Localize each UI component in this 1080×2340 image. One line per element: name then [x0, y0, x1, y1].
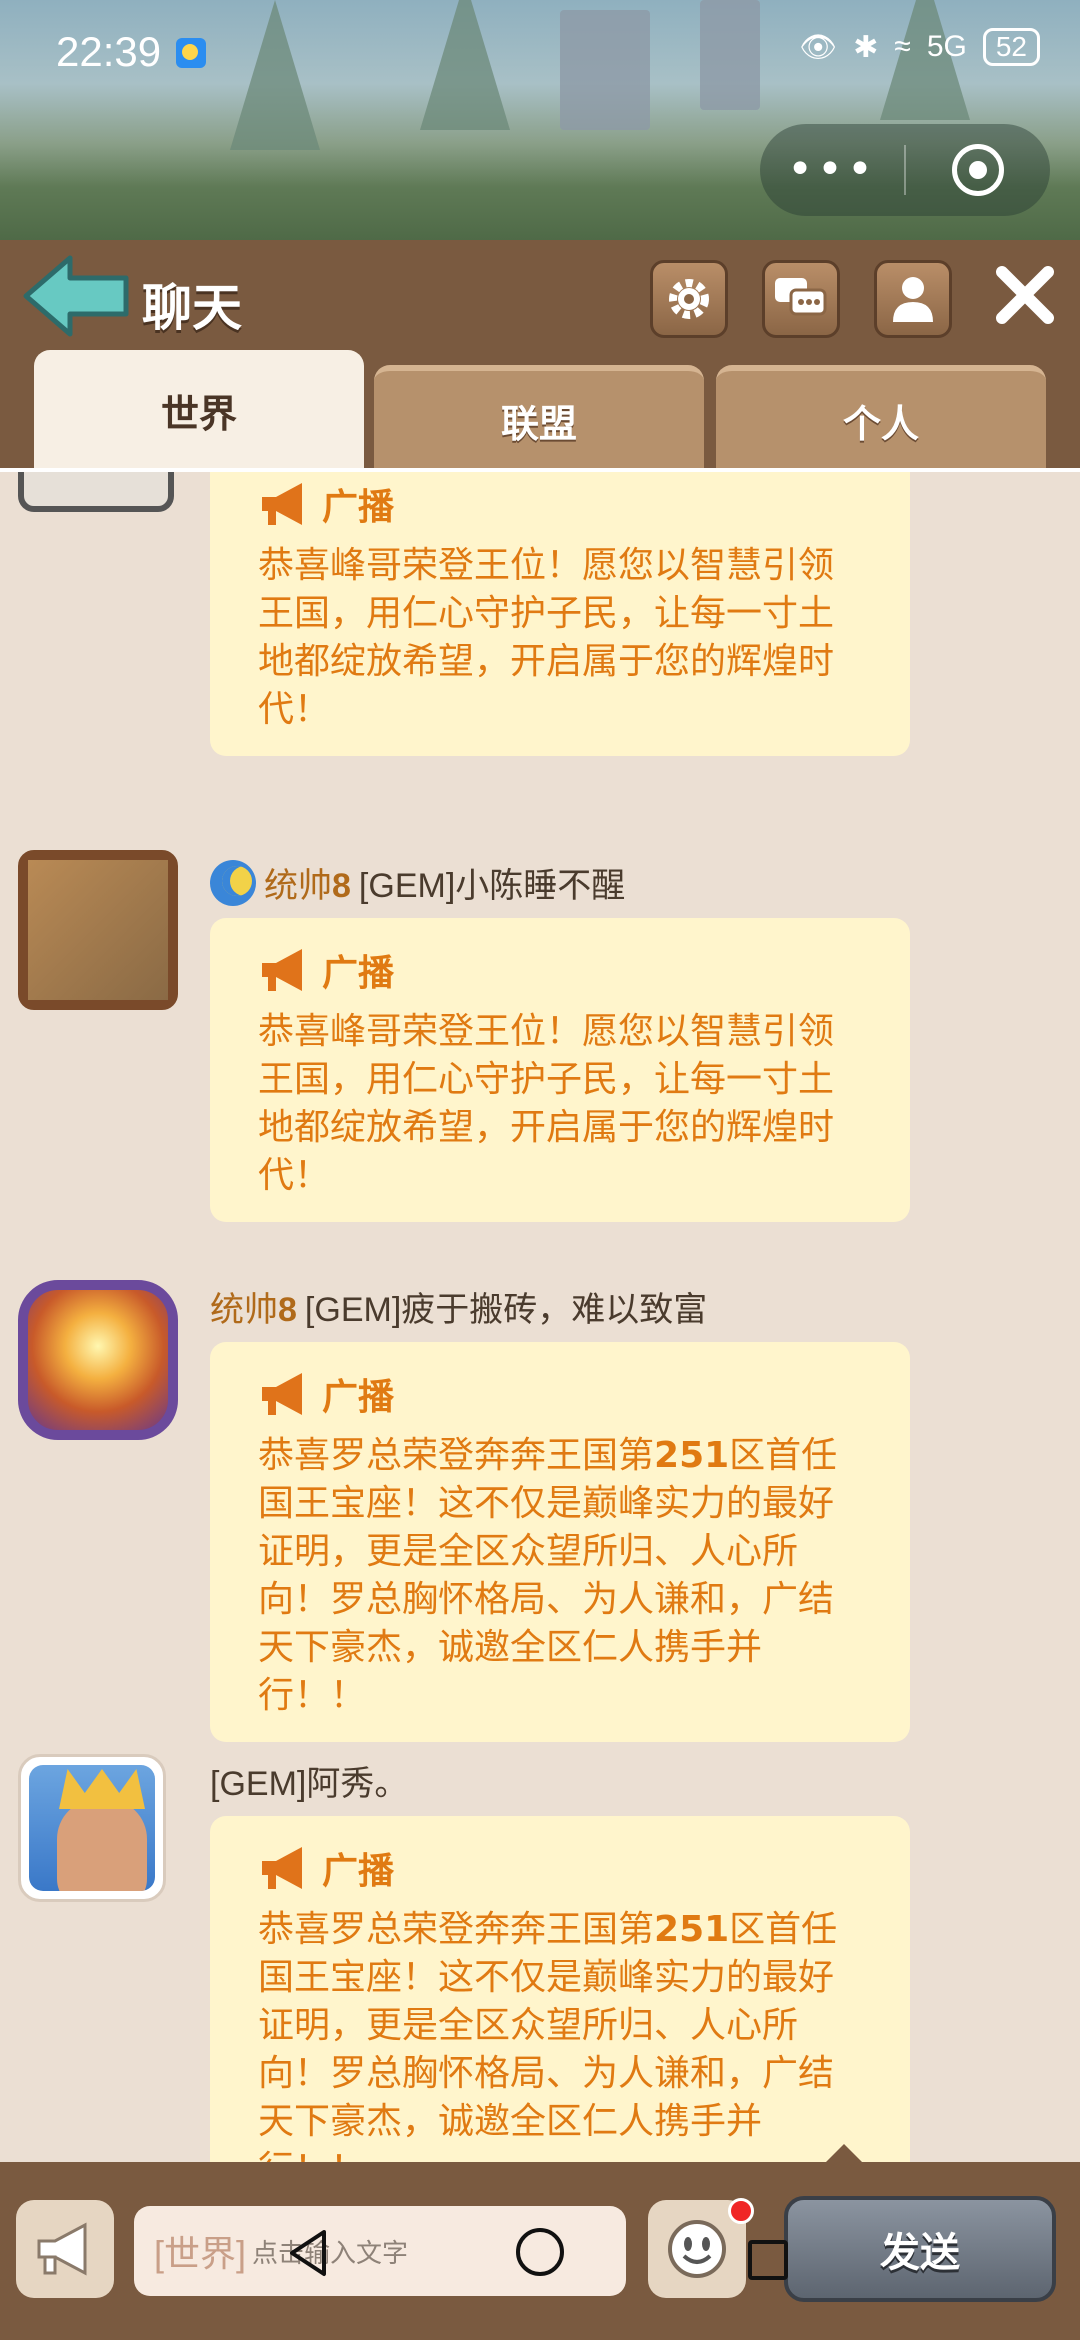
sender-name: [GEM]疲于搬砖，难以致富	[304, 1291, 708, 1329]
avatar[interactable]	[18, 850, 178, 1010]
message-text: 恭喜罗总荣登奔奔王国第251区首任国王宝座！这不仅是巅峰实力的最好证明，更是全区…	[258, 1435, 838, 1716]
broadcast-label: 广播	[322, 1851, 395, 1892]
chat-list-button[interactable]	[762, 260, 840, 338]
moon-icon	[210, 859, 256, 906]
weather-icon	[176, 38, 206, 68]
smiley-icon	[668, 2220, 726, 2278]
avatar[interactable]	[18, 472, 174, 512]
message-text: 恭喜峰哥荣登王位！愿您以智慧引领王国，用仁心守护子民，让每一寸土地都绽放希望，开…	[258, 1011, 835, 1196]
miniprogram-capsule: •••	[760, 124, 1050, 216]
megaphone-icon	[262, 949, 302, 991]
message-text: 恭喜罗总荣登奔奔王国第251区首任国王宝座！这不仅是巅峰实力的最好证明，更是全区…	[258, 1909, 838, 2162]
notification-dot	[728, 2198, 754, 2224]
input-placeholder: 点击输入文字	[252, 2237, 409, 2268]
message-sender: 统帅8 [GEM]小陈睡不醒	[210, 858, 625, 907]
message-bubble: 广播 恭喜峰哥荣登王位！愿您以智慧引领王国，用仁心守护子民，让每一寸土地都绽放希…	[210, 472, 910, 756]
tab-alliance[interactable]: 联盟	[374, 365, 704, 470]
message-text: 恭喜峰哥荣登王位！愿您以智慧引领王国，用仁心守护子民，让每一寸土地都绽放希望，开…	[258, 545, 835, 730]
network-label: 5G	[926, 30, 967, 63]
king-portrait	[29, 1765, 155, 1891]
cat-photo	[28, 860, 168, 1000]
broadcast-button[interactable]	[16, 2200, 114, 2298]
avatar[interactable]	[18, 1754, 166, 1902]
channel-prefix: [世界]	[154, 2233, 247, 2274]
battery-indicator: 52	[982, 28, 1040, 66]
sender-name: [GEM]小陈睡不醒	[358, 867, 626, 905]
wifi-icon: ≈	[894, 30, 911, 63]
broadcast-label: 广播	[322, 1377, 395, 1418]
broadcast-label: 广播	[322, 953, 395, 994]
chat-header: 聊天 世界 联盟 个人	[0, 240, 1080, 470]
megaphone-icon	[262, 1847, 302, 1889]
broadcast-label: 广播	[322, 487, 395, 528]
status-icons: 👁 ✱ ≈ 5G 52	[799, 28, 1040, 66]
page-title: 聊天	[142, 279, 242, 337]
message-sender: 统帅8 [GEM]疲于搬砖，难以致富	[210, 1282, 707, 1331]
more-options-icon[interactable]: •••	[760, 148, 904, 192]
megaphone-icon	[262, 1373, 302, 1415]
game-scene-background: 22:39 👁 ✱ ≈ 5G 52 •••	[0, 0, 1080, 240]
message-bubble: 广播 恭喜罗总荣登奔奔王国第251区首任国王宝座！这不仅是巅峰实力的最好证明，更…	[210, 1342, 910, 1742]
sender-name: [GEM]阿秀。	[210, 1765, 409, 1803]
nav-recent-icon[interactable]	[748, 2240, 788, 2280]
tab-personal[interactable]: 个人	[716, 365, 1046, 470]
settings-button[interactable]	[650, 260, 728, 338]
person-icon	[893, 277, 933, 322]
message-sender: [GEM]阿秀。	[210, 1756, 408, 1805]
message-bubble: 广播 恭喜罗总荣登奔奔王国第251区首任国王宝座！这不仅是巅峰实力的最好证明，更…	[210, 1816, 910, 2162]
nav-back-icon[interactable]	[286, 2228, 330, 2278]
chat-input-bar: [世界] 点击输入文字 发送	[0, 2144, 1080, 2340]
status-time: 22:39	[56, 28, 162, 75]
megaphone-icon	[37, 2222, 87, 2276]
chat-message-list[interactable]: 广播 恭喜峰哥荣登王位！愿您以智慧引领王国，用仁心守护子民，让每一寸土地都绽放希…	[0, 472, 1080, 2162]
nav-home-icon[interactable]	[516, 2228, 564, 2276]
send-button[interactable]: 发送	[784, 2196, 1056, 2302]
eye-icon: 👁	[799, 30, 838, 64]
avatar[interactable]	[18, 1280, 178, 1440]
profile-button[interactable]	[874, 260, 952, 338]
megaphone-icon	[262, 483, 302, 525]
bluetooth-icon: ✱	[853, 30, 879, 64]
message-bubble: 广播 恭喜峰哥荣登王位！愿您以智慧引领王国，用仁心守护子民，让每一寸土地都绽放希…	[210, 918, 910, 1222]
tab-world[interactable]: 世界	[34, 350, 364, 470]
close-miniprogram-icon[interactable]	[906, 144, 1050, 196]
gear-icon	[669, 279, 709, 319]
chat-bubbles-icon	[775, 278, 827, 316]
close-icon[interactable]	[990, 260, 1060, 330]
back-arrow-icon[interactable]	[22, 252, 132, 340]
